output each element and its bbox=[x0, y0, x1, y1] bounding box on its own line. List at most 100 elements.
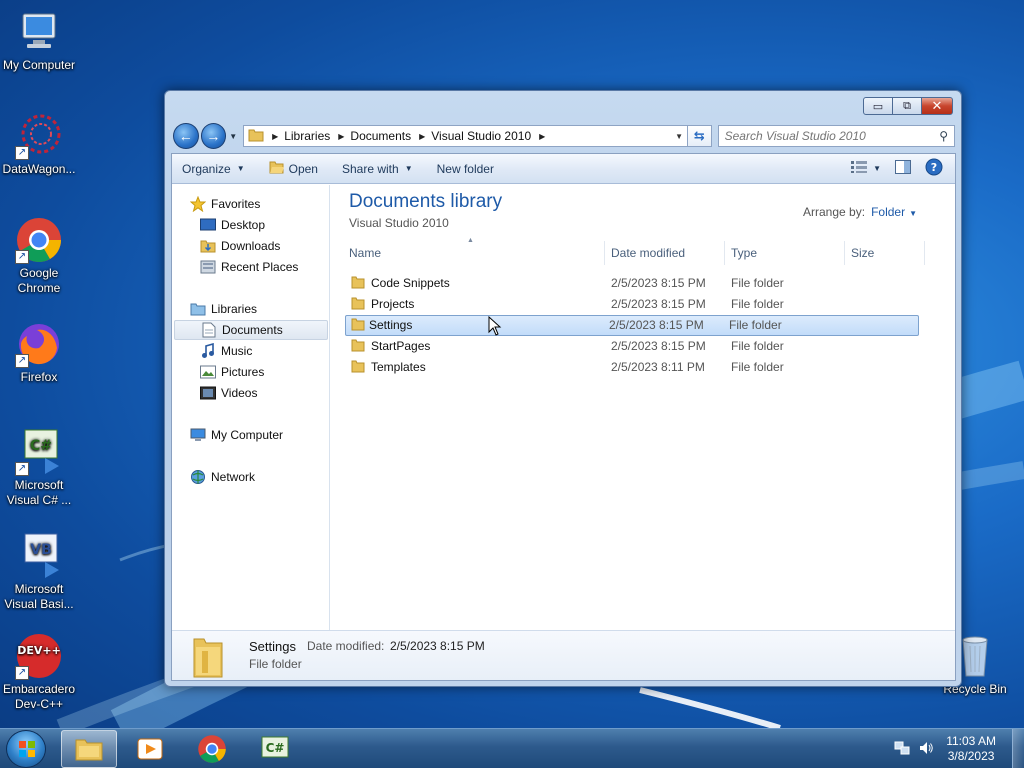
view-options-dropdown[interactable]: ▼ bbox=[873, 164, 881, 173]
refresh-button[interactable]: ⇆ bbox=[687, 125, 712, 147]
nav-my-computer[interactable]: My Computer bbox=[190, 425, 283, 445]
desktop-icon-datawagon[interactable]: ↗ DataWagon... bbox=[0, 112, 78, 177]
maximize-button[interactable]: ⧉ bbox=[892, 97, 922, 115]
new-folder-button[interactable]: New folder bbox=[437, 162, 494, 176]
libraries-icon bbox=[190, 301, 206, 317]
search-field[interactable]: ⚲ bbox=[717, 125, 955, 147]
desktop-icon-devcpp[interactable]: DEV++ ↗ Embarcadero Dev-C++ bbox=[0, 632, 78, 712]
taskbar-visual-csharp[interactable]: C# bbox=[247, 730, 303, 768]
breadcrumb-visual-studio-2010[interactable]: Visual Studio 2010 ▶ bbox=[431, 129, 545, 143]
search-input[interactable] bbox=[724, 129, 935, 143]
downloads-folder-icon bbox=[200, 238, 216, 254]
file-date: 2/5/2023 8:15 PM bbox=[611, 276, 706, 290]
arrange-by-control[interactable]: Arrange by: Folder ▼ bbox=[803, 205, 917, 219]
svg-text:?: ? bbox=[931, 161, 937, 174]
music-icon bbox=[200, 343, 216, 359]
start-button[interactable] bbox=[6, 730, 46, 768]
breadcrumb-documents[interactable]: Documents ▶ bbox=[350, 129, 425, 143]
back-button[interactable]: ← bbox=[173, 123, 199, 149]
windows-logo-icon bbox=[19, 741, 35, 757]
desktop-icon-firefox[interactable]: ↗ Firefox bbox=[0, 320, 78, 385]
breadcrumb-libraries[interactable]: Libraries ▶ bbox=[284, 129, 344, 143]
csharp-glyph-text: C# bbox=[30, 438, 52, 454]
arrange-by-value[interactable]: Folder bbox=[871, 205, 905, 219]
desktop-icon-chrome[interactable]: ↗ Google Chrome bbox=[0, 216, 78, 296]
desktop-icon-visual-basic[interactable]: VB Microsoft Visual Basi... bbox=[0, 532, 78, 612]
taskbar-chrome[interactable] bbox=[184, 730, 240, 768]
sort-ascending-icon: ▲ bbox=[467, 237, 474, 244]
organize-button[interactable]: Organize ▼ bbox=[182, 162, 245, 176]
nav-downloads[interactable]: Downloads bbox=[200, 236, 280, 256]
file-row-settings[interactable]: Settings 2/5/2023 8:15 PM File folder bbox=[345, 315, 919, 336]
clock[interactable]: 11:03 AM 3/8/2023 bbox=[946, 734, 996, 764]
preview-pane-icon[interactable] bbox=[895, 160, 911, 177]
datawagon-icon: ↗ bbox=[15, 112, 63, 160]
close-button[interactable]: ✕ bbox=[921, 97, 953, 115]
volume-icon[interactable] bbox=[918, 740, 934, 759]
taskbar: C# 11:03 AM 3/8/2023 bbox=[0, 728, 1024, 768]
open-button[interactable]: Open bbox=[269, 161, 318, 177]
file-date: 2/5/2023 8:11 PM bbox=[611, 360, 705, 374]
folder-icon bbox=[248, 128, 264, 145]
file-row-startpages[interactable]: StartPages 2/5/2023 8:15 PM File folder bbox=[345, 336, 919, 357]
nav-documents[interactable]: Documents bbox=[174, 320, 328, 340]
show-desktop-button[interactable] bbox=[1012, 729, 1024, 768]
column-headers: Name ▲ Date modified Type Size bbox=[343, 237, 945, 265]
devcpp-glyph-text: DEV++ bbox=[17, 644, 61, 657]
breadcrumb-separator-icon[interactable]: ▶ bbox=[272, 132, 278, 141]
open-folder-icon bbox=[269, 161, 285, 177]
nav-network[interactable]: Network bbox=[190, 467, 255, 487]
address-history-dropdown[interactable]: ▼ bbox=[675, 132, 683, 141]
nav-favorites[interactable]: Favorites bbox=[190, 194, 260, 214]
search-icon[interactable]: ⚲ bbox=[939, 129, 948, 143]
column-header-name[interactable]: Name bbox=[343, 241, 605, 265]
help-icon[interactable]: ? bbox=[925, 158, 943, 179]
details-date-value: 2/5/2023 8:15 PM bbox=[390, 639, 485, 653]
computer-icon bbox=[15, 8, 63, 56]
nav-libraries[interactable]: Libraries bbox=[190, 299, 257, 319]
file-row-projects[interactable]: Projects 2/5/2023 8:15 PM File folder bbox=[345, 294, 919, 315]
file-date: 2/5/2023 8:15 PM bbox=[611, 297, 706, 311]
desktop-icon-my-computer[interactable]: My Computer bbox=[0, 8, 78, 73]
navigation-bar: ← → ▼ ▶ Libraries ▶ Documents ▶ Visual Stu… bbox=[173, 123, 955, 149]
file-name: Settings bbox=[369, 318, 413, 332]
file-type: File folder bbox=[731, 297, 784, 311]
shortcut-arrow-icon: ↗ bbox=[15, 354, 29, 368]
system-tray: 11:03 AM 3/8/2023 bbox=[894, 729, 1024, 768]
column-header-date-modified[interactable]: Date modified bbox=[605, 241, 725, 265]
share-with-button[interactable]: Share with ▼ bbox=[342, 162, 413, 176]
desktop-icon-label: Google Chrome bbox=[17, 266, 61, 295]
nav-desktop[interactable]: Desktop bbox=[200, 215, 265, 235]
recent-pages-dropdown[interactable]: ▼ bbox=[229, 132, 239, 141]
column-header-size[interactable]: Size bbox=[845, 241, 925, 265]
breadcrumb-arrow-icon[interactable]: ▶ bbox=[419, 132, 425, 141]
taskbar-media-player[interactable] bbox=[122, 730, 178, 768]
address-bar[interactable]: ▶ Libraries ▶ Documents ▶ Visual Studio 20… bbox=[243, 125, 688, 147]
computer-icon bbox=[190, 427, 206, 443]
navigation-pane: Favorites Desktop Downloads Recent Place… bbox=[172, 185, 330, 630]
shortcut-arrow-icon: ↗ bbox=[15, 462, 29, 476]
minimize-button[interactable]: ▭ bbox=[863, 97, 893, 115]
nav-pictures[interactable]: Pictures bbox=[200, 362, 264, 382]
breadcrumb-arrow-icon[interactable]: ▶ bbox=[539, 132, 545, 141]
recent-places-icon bbox=[200, 259, 216, 275]
chrome-icon bbox=[198, 735, 226, 763]
explorer-window[interactable]: ▭ ⧉ ✕ ← → ▼ ▶ Libraries ▶ Documents ▶ Visu… bbox=[164, 90, 962, 687]
visual-csharp-icon: C# ↗ bbox=[15, 428, 63, 476]
details-file-type: File folder bbox=[249, 657, 302, 671]
file-row-code-snippets[interactable]: Code Snippets 2/5/2023 8:15 PM File fold… bbox=[345, 273, 919, 294]
library-subtitle: Visual Studio 2010 bbox=[349, 216, 449, 230]
desktop-icon-visual-csharp[interactable]: C# ↗ Microsoft Visual C# ... bbox=[0, 428, 78, 508]
network-status-icon[interactable] bbox=[894, 740, 910, 759]
file-name: StartPages bbox=[371, 339, 431, 353]
file-row-templates[interactable]: Templates 2/5/2023 8:11 PM File folder bbox=[345, 357, 919, 378]
nav-videos[interactable]: Videos bbox=[200, 383, 257, 403]
breadcrumb-arrow-icon[interactable]: ▶ bbox=[338, 132, 344, 141]
visual-basic-icon: VB bbox=[15, 532, 63, 580]
forward-button[interactable]: → bbox=[200, 123, 227, 149]
nav-recent-places[interactable]: Recent Places bbox=[200, 257, 298, 277]
change-view-icon[interactable] bbox=[851, 161, 868, 176]
taskbar-explorer[interactable] bbox=[61, 730, 117, 768]
column-header-type[interactable]: Type bbox=[725, 241, 845, 265]
nav-music[interactable]: Music bbox=[200, 341, 252, 361]
